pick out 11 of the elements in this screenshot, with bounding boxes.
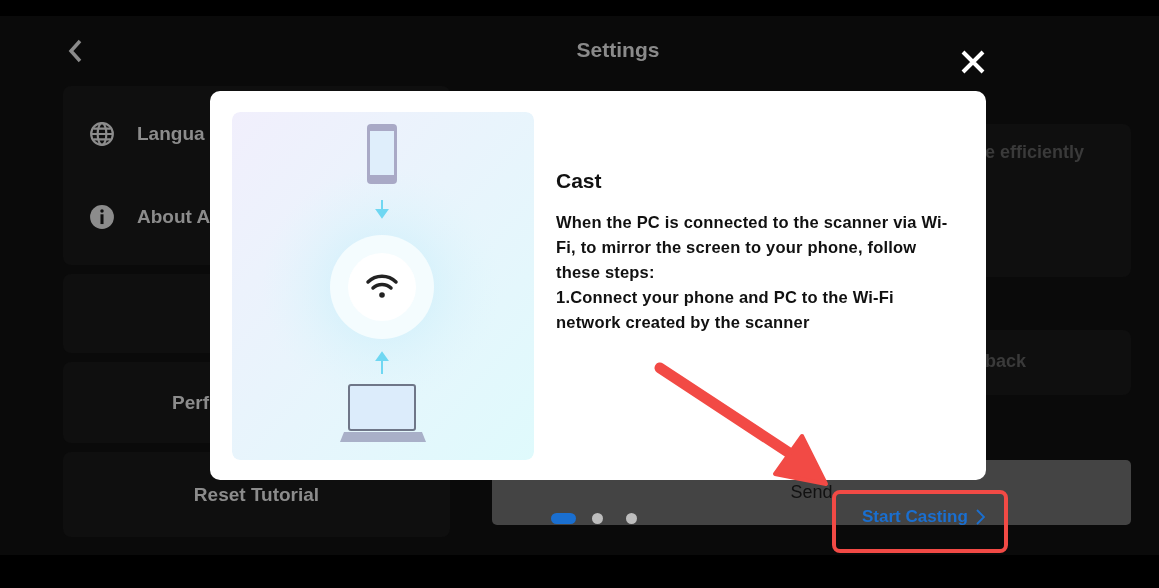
chevron-right-icon bbox=[975, 509, 985, 525]
page-dot[interactable] bbox=[592, 513, 603, 524]
dialog-title: Cast bbox=[556, 169, 603, 193]
info-icon bbox=[89, 204, 115, 230]
settings-item[interactable]: Langua bbox=[137, 123, 205, 145]
page-dot[interactable] bbox=[626, 513, 637, 524]
page-title: Settings bbox=[575, 38, 661, 62]
step-text: 1.Connect your phone and PC to the Wi-Fi network created by the scanner bbox=[556, 287, 895, 333]
settings-item[interactable]: About A bbox=[137, 206, 211, 228]
dialog-description: When the PC is connected to the scanner via Wi-Fi, to mirror the screen to your phone, follow these steps: bbox=[556, 212, 949, 283]
globe-icon bbox=[89, 121, 115, 147]
